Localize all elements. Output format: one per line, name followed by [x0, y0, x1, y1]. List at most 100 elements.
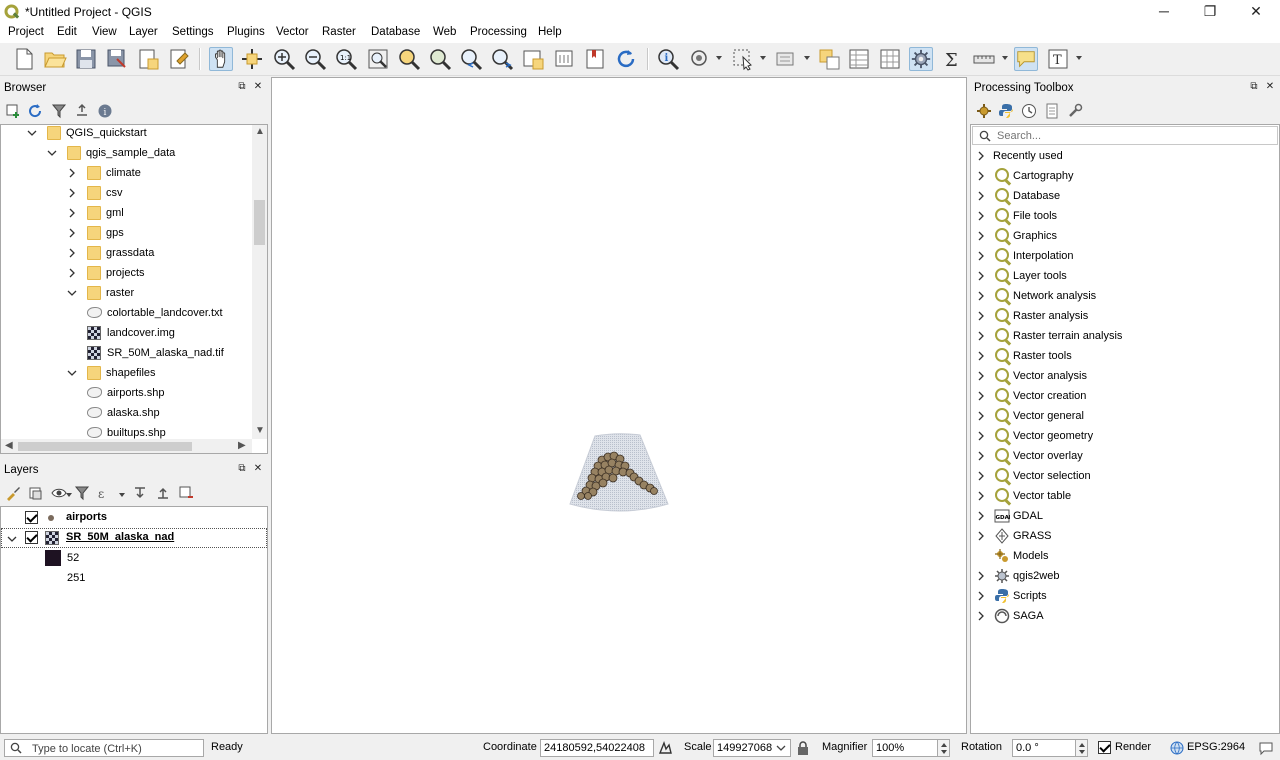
browser-close-button[interactable]: ✕ [252, 81, 264, 93]
temporal-controller-icon[interactable] [553, 47, 577, 71]
properties-info-icon[interactable]: i [97, 103, 113, 119]
filter-by-expression-icon[interactable]: ε [97, 485, 113, 501]
run-action-dropdown-icon[interactable] [716, 56, 722, 60]
toolbox-item-vector-overlay[interactable]: Vector overlay [971, 446, 1277, 466]
chevron-right-icon[interactable] [976, 211, 986, 221]
toolbox-item-vector-geometry[interactable]: Vector geometry [971, 426, 1277, 446]
menu-view[interactable]: View [92, 26, 117, 38]
chevron-down-icon[interactable] [27, 128, 37, 138]
measure-dropdown-icon[interactable] [1002, 56, 1008, 60]
browser-item-raster[interactable]: raster [1, 283, 251, 303]
lock-scale-icon[interactable] [796, 740, 810, 756]
chevron-right-icon[interactable] [976, 591, 986, 601]
crs-globe-icon[interactable] [1170, 741, 1184, 755]
toolbox-item-recently-used[interactable]: Recently used [971, 146, 1277, 166]
statistical-summary-icon[interactable]: Σ [941, 47, 965, 71]
toolbox-item-layer-tools[interactable]: Layer tools [971, 266, 1277, 286]
chevron-right-icon[interactable] [67, 268, 77, 278]
collapse-all-icon[interactable] [74, 103, 90, 119]
toolbox-item-interpolation[interactable]: Interpolation [971, 246, 1277, 266]
toolbox-item-vector-table[interactable]: Vector table [971, 486, 1277, 506]
browser-item-airports-shp[interactable]: airports.shp [1, 383, 251, 403]
save-as-icon[interactable] [105, 47, 129, 71]
style-layer-icon[interactable] [5, 485, 21, 501]
toolbox-float-button[interactable]: ⧉ [1248, 81, 1260, 93]
show-bookmarks-icon[interactable] [583, 47, 607, 71]
new-print-layout-icon[interactable] [136, 47, 160, 71]
chevron-right-icon[interactable] [976, 171, 986, 181]
rotation-field[interactable]: 0.0 ° [1012, 739, 1076, 757]
new-project-icon[interactable] [12, 47, 36, 71]
chevron-right-icon[interactable] [976, 451, 986, 461]
add-group-icon[interactable] [28, 485, 44, 501]
open-project-icon[interactable] [43, 47, 67, 71]
layer-visibility-checkbox[interactable] [25, 511, 38, 524]
manage-visibility-icon[interactable] [51, 485, 67, 501]
toolbox-item-vector-creation[interactable]: Vector creation [971, 386, 1277, 406]
pan-map-icon[interactable] [209, 47, 233, 71]
save-project-icon[interactable] [74, 47, 98, 71]
chevron-right-icon[interactable] [976, 291, 986, 301]
chevron-right-icon[interactable] [976, 371, 986, 381]
chevron-right-icon[interactable] [976, 471, 986, 481]
chevron-right-icon[interactable] [976, 351, 986, 361]
browser-hscroll-thumb[interactable] [18, 442, 192, 451]
visibility-dropdown-icon[interactable] [66, 493, 72, 497]
browser-horizontal-scrollbar[interactable]: ◀ ▶ [1, 439, 252, 453]
toolbox-item-gdal[interactable]: GDALGDAL [971, 506, 1277, 526]
map-tips-icon[interactable] [1014, 47, 1038, 71]
toolbox-item-vector-selection[interactable]: Vector selection [971, 466, 1277, 486]
refresh-icon[interactable] [614, 47, 638, 71]
layer-row-airports[interactable]: airports [1, 508, 267, 528]
browser-float-button[interactable]: ⧉ [236, 81, 248, 93]
browser-item-alaska-shp[interactable]: alaska.shp [1, 403, 251, 423]
zoom-last-icon[interactable] [459, 47, 483, 71]
chevron-down-icon[interactable] [47, 148, 57, 158]
toolbox-item-raster-tools[interactable]: Raster tools [971, 346, 1277, 366]
chevron-right-icon[interactable] [976, 231, 986, 241]
toolbox-item-graphics[interactable]: Graphics [971, 226, 1277, 246]
browser-item-qgis-sample-data[interactable]: qgis_sample_data [1, 143, 251, 163]
crs-label[interactable]: EPSG:2964 [1187, 741, 1245, 753]
chevron-right-icon[interactable] [976, 571, 986, 581]
toolbox-item-file-tools[interactable]: File tools [971, 206, 1277, 226]
toolbox-item-scripts[interactable]: Scripts [971, 586, 1277, 606]
browser-item-shapefiles[interactable]: shapefiles [1, 363, 251, 383]
zoom-out-icon[interactable] [303, 47, 327, 71]
deselect-all-icon[interactable] [817, 47, 841, 71]
refresh-browser-icon[interactable] [27, 103, 43, 119]
text-annotation-icon[interactable]: T [1046, 47, 1070, 71]
zoom-next-icon[interactable] [490, 47, 514, 71]
browser-item-gml[interactable]: gml [1, 203, 251, 223]
layer-row-sr-50m-alaska-nad[interactable]: SR_50M_alaska_nad [1, 528, 267, 548]
coordinate-field[interactable]: 24180592,54022408 [540, 739, 654, 757]
chevron-down-icon[interactable] [7, 534, 17, 544]
select-by-value-icon[interactable] [774, 47, 798, 71]
menu-plugins[interactable]: Plugins [227, 26, 265, 38]
magnifier-spinner[interactable] [937, 739, 950, 757]
chevron-right-icon[interactable] [976, 511, 986, 521]
browser-vertical-scrollbar[interactable]: ▲ ▼ [252, 125, 267, 439]
locator-box[interactable]: Type to locate (Ctrl+K) [4, 739, 204, 757]
results-viewer-icon[interactable] [1044, 103, 1060, 119]
select-features-icon[interactable] [731, 47, 755, 71]
expression-filter-dropdown-icon[interactable] [119, 493, 125, 497]
toolbox-item-qgis2web[interactable]: qgis2web [971, 566, 1277, 586]
chevron-right-icon[interactable] [976, 271, 986, 281]
chevron-right-icon[interactable] [67, 248, 77, 258]
chevron-right-icon[interactable] [976, 611, 986, 621]
history-icon[interactable] [1021, 103, 1037, 119]
layout-manager-icon[interactable] [167, 47, 191, 71]
minimize-button[interactable]: ─ [1141, 0, 1187, 24]
layer-visibility-checkbox[interactable] [25, 531, 38, 544]
rotation-spinner[interactable] [1075, 739, 1088, 757]
browser-item-sr-50m-alaska-nad-tif[interactable]: SR_50M_alaska_nad.tif [1, 343, 251, 363]
toolbox-item-vector-general[interactable]: Vector general [971, 406, 1277, 426]
browser-scroll-thumb[interactable] [254, 200, 265, 245]
identify-features-icon[interactable]: i [656, 47, 680, 71]
toolbox-close-button[interactable]: ✕ [1264, 81, 1276, 93]
chevron-right-icon[interactable] [976, 491, 986, 501]
layers-float-button[interactable]: ⧉ [236, 463, 248, 475]
expand-all-icon[interactable] [132, 485, 148, 501]
select-dropdown-icon[interactable] [760, 56, 766, 60]
